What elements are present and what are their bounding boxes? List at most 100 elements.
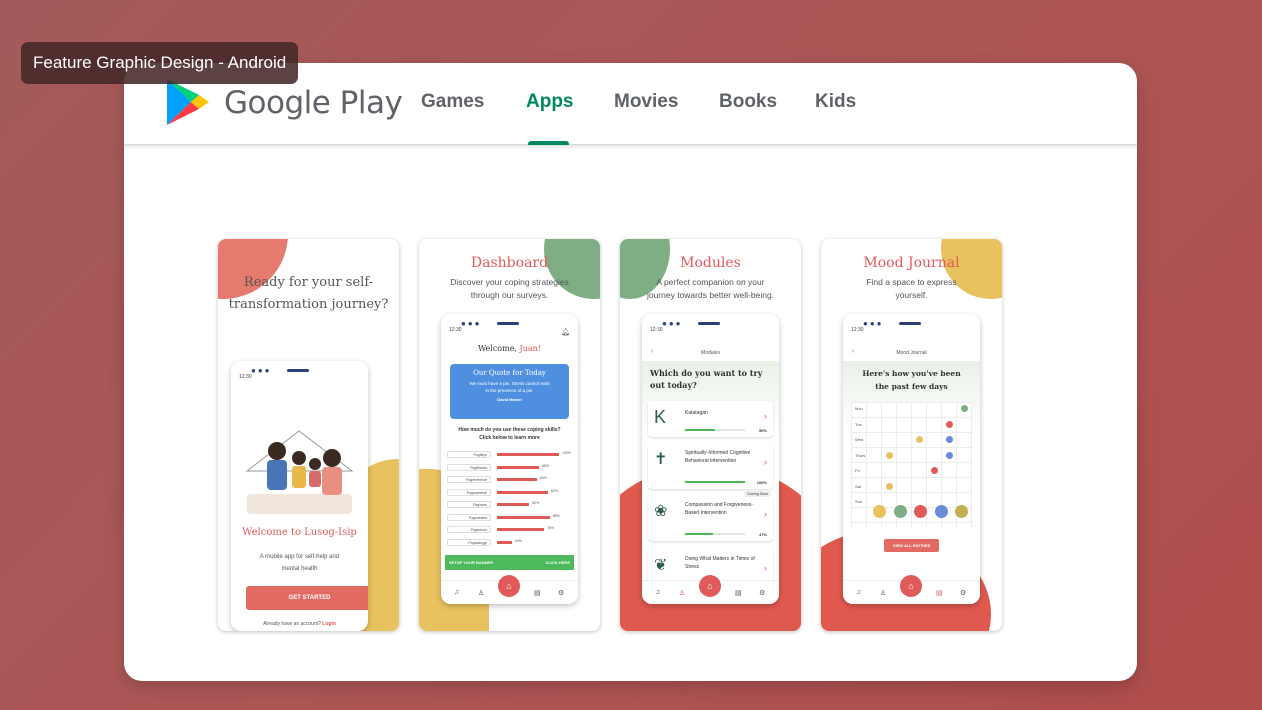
tab-movies[interactable]: Movies [614,91,678,113]
coping-bar [497,453,559,456]
modules-title: Modules [680,255,741,271]
coping-bar-row[interactable]: Pagiiwas 52% [447,500,572,510]
mood-face-icon[interactable] [893,505,907,518]
phone-mockup: 12:30 ●●● Welcome to Lusog-Isip A mobile… [231,361,368,631]
mood-face-icon[interactable] [873,505,886,518]
tab-books[interactable]: Books [719,91,777,113]
mood-face-icon[interactable] [934,505,948,518]
coping-bar-row[interactable]: Pagtitiyo 100% [447,450,572,460]
bell-nav-icon[interactable]: ♫ [454,589,459,596]
coping-bar-row[interactable]: Pagrerebelde 64% [447,475,572,485]
module-card[interactable]: ❀ Compassion and Forgiveness-Based Interv… [648,491,773,541]
mood-legend [873,505,968,518]
journal-nav-icon[interactable]: ▤ [735,589,742,597]
modules-question: Which do you want to try out today? [650,368,763,390]
screenshot-dashboard[interactable]: Dashboard Discover your coping strategie… [419,239,600,631]
coping-bar [497,465,540,469]
module-progress-bar [685,429,745,431]
profile-nav-icon[interactable]: ♙ [679,589,685,597]
quote-author: David Mamet [497,397,522,402]
coping-bar [497,515,550,519]
gear-icon[interactable]: ⚙ [558,589,564,597]
status-time: 12:30 [449,327,462,333]
quote-card: Our Quote for Today We must have a pie. … [450,364,569,419]
module-card[interactable]: ✝ Spiritually-Informed Cognitive Behavior… [648,443,773,489]
bottom-nav: ♫ ♙ ⌂ ▤ ⚙ [843,575,980,604]
gear-icon[interactable]: ⚙ [759,589,765,597]
login-link[interactable]: Login [322,621,336,627]
coping-bar [497,503,530,506]
coping-question: How much do you use these coping skills?… [458,427,561,441]
module-icon: ❀ [654,503,668,520]
quote-title: Our Quote for Today [473,369,546,377]
coping-bar-row[interactable]: Pagtatanggi 24% [447,538,572,548]
setup-banner-action[interactable]: CLICK HERE [546,555,570,570]
mood-entry [931,467,938,474]
mood-day-label: Mon [855,406,863,411]
view-all-entries-button[interactable]: VIEW ALL ENTRIES [884,539,939,552]
mood-day-label: Tue [855,421,862,427]
coping-bar-value: 52% [532,501,540,505]
journal-nav-icon[interactable]: ▤ [936,589,943,597]
coping-bar-value: 85% [552,513,560,518]
coping-bar-value: 24% [514,538,522,543]
coming-soon-badge: Coming Soon [743,491,771,497]
coping-bar-row[interactable]: Pagsasalita 85% [447,513,572,523]
coping-bar [497,528,545,531]
welcome-headline: Ready for your self-transformation journ… [228,275,389,312]
home-icon[interactable]: ⌂ [900,575,922,597]
coping-bar-label: Pagtatahimik [447,488,491,496]
module-progress-fill [685,533,714,535]
screenshot-welcome[interactable]: Ready for your self-transformation journ… [218,239,399,631]
coping-bar-row[interactable]: Pagtitiwala 68% [447,463,572,473]
tab-kids[interactable]: Kids [815,91,856,113]
login-prompt: Already have an account? Login [231,621,368,627]
get-started-button[interactable]: GET STARTED [246,586,368,610]
bell-nav-icon[interactable]: ♫ [655,589,660,596]
welcome-greeting: Welcome, Juan! [441,344,578,353]
module-progress-value: 50% [758,428,767,433]
welcome-title: Welcome to Lusog-Isip [242,527,357,538]
profile-nav-icon[interactable]: ♙ [478,589,484,597]
journal-nav-icon[interactable]: ▤ [534,589,541,597]
module-progress-bar [685,481,745,483]
home-icon[interactable]: ⌂ [699,575,721,597]
modules-header: Modules [701,350,720,356]
profile-nav-icon[interactable]: ♙ [880,589,886,597]
gear-icon[interactable]: ⚙ [960,589,966,597]
tab-games[interactable]: Games [421,91,484,113]
module-icon: ❦ [654,557,668,574]
module-progress-fill [685,481,745,483]
coping-bar-value: 64% [539,476,547,480]
module-card[interactable]: K Katatagan › 50% [648,401,773,437]
status-time: 12:30 [851,327,864,333]
dashboard-subtitle: Discover your coping strategies through … [450,277,569,300]
coping-bar-label: Pagiiwas [447,501,491,508]
coping-bar-row[interactable]: Pagtutuon 76% [447,525,572,535]
mood-face-icon[interactable] [914,505,927,518]
screenshot-modules[interactable]: Modules A perfect companion on your jour… [620,239,801,631]
mood-day-label: Sat [855,483,862,489]
mood-entry [916,436,923,443]
speaker-bar [287,369,309,372]
home-icon[interactable]: ⌂ [498,575,520,597]
module-progress-value: 100% [756,480,767,485]
module-name: Katatagan [685,410,708,416]
status-time: 12:30 [650,327,663,333]
phone-mockup: 12:30 ●●● ‹ Mood Journal Here's how you'… [843,314,980,604]
setup-banner[interactable]: SETUP YOUR BANNER CLICK HERE [445,555,574,570]
bell-icon[interactable]: 🔔︎ [561,328,570,336]
mood-journal-header: Mood Journal [896,350,927,356]
mood-face-icon[interactable] [955,505,968,518]
screenshot-mood-journal[interactable]: Mood Journal Find a space to express you… [821,239,1002,631]
coping-bar-row[interactable]: Pagtatahimik 82% [447,488,572,498]
user-name: Juan! [519,344,542,353]
bell-nav-icon[interactable]: ♫ [856,589,861,596]
coping-bar [497,490,548,494]
mood-entry [886,482,893,490]
coping-bar [497,478,537,481]
modules-subtitle: A perfect companion on your journey towa… [646,277,775,300]
tab-apps[interactable]: Apps [526,91,574,113]
active-tab-indicator [528,141,569,145]
google-play-logo-icon[interactable] [165,77,211,127]
